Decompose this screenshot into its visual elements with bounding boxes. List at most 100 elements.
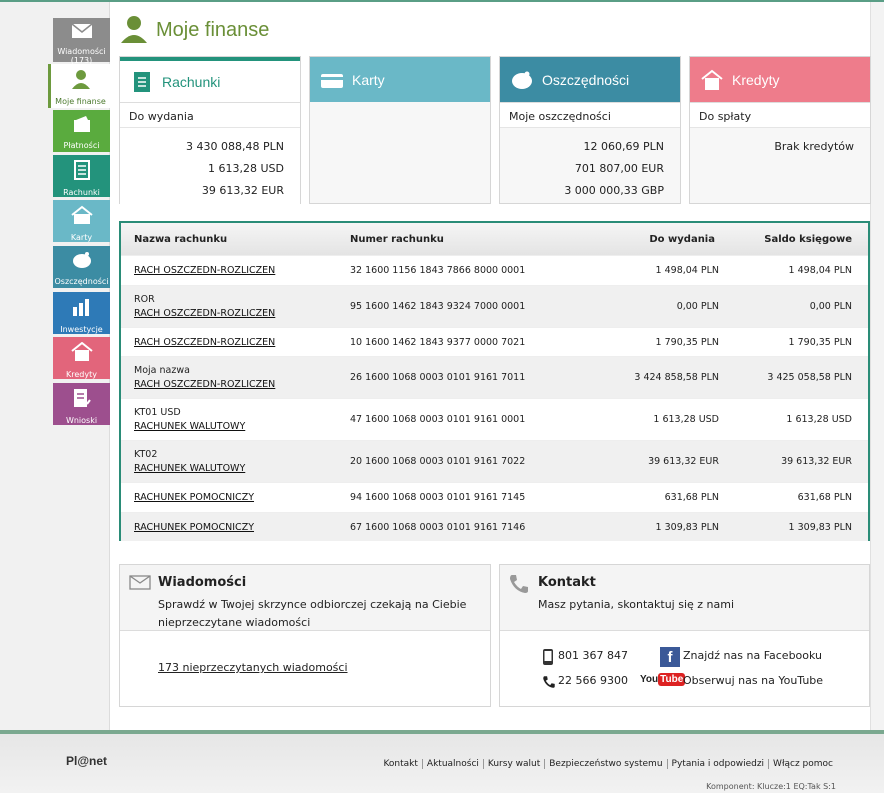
footer-link-kontakt[interactable]: Kontakt [379,759,421,769]
footer-component-info: Komponent: Klucze:1 EQ:Tak S:1 [706,782,836,791]
column-header-available: Do wydania [649,234,715,245]
account-name-link[interactable]: RACH OSZCZEDN-ROZLICZEN [134,308,275,319]
card-icon [53,205,110,230]
table-row[interactable]: RACH OSZCZEDN-ROZLICZEN 10 1600 1462 1843… [121,327,868,356]
page-title: Moje finanse [120,15,269,46]
right-gutter [870,2,884,730]
table-row[interactable]: Moja nazwa RACH OSZCZEDN-ROZLICZEN 26 1600… [121,356,868,398]
account-name-link[interactable]: RACHUNEK POMOCNICZY [134,522,254,533]
tile-oszczednosci-header[interactable]: Oszczędności [500,57,680,102]
landline-number: 22 566 9300 [558,674,628,687]
account-number: 94 1600 1068 0003 0101 9161 7145 [350,492,526,503]
account-number: 47 1600 1068 0003 0101 9161 0001 [350,414,526,425]
youtube-logo-you: You [640,674,659,685]
page-title-text: Moje finanse [156,19,270,41]
sidebar-item-investments[interactable]: Inwestycje [53,292,110,334]
footer-links: Kontakt Aktualności Kursy walut Bezpiecz… [379,759,837,769]
table-row[interactable]: RACHUNEK POMOCNICZY 94 1600 1068 0003 010… [121,482,868,512]
piggy-bank-icon [510,68,534,92]
footer-link-wlacz-pomoc[interactable]: Włącz pomoc [768,759,837,769]
sidebar-item-accounts[interactable]: Rachunki [53,155,110,197]
table-header: Nazwa rachunku Numer rachunku Do wydania… [121,223,868,255]
column-header-name: Nazwa rachunku [134,234,228,245]
tile-value: 3 430 088,48 PLN [186,140,284,153]
contact-box: Kontakt Masz pytania, skontaktuj się z n… [499,564,870,707]
envelope-icon [129,575,151,593]
messages-box: Wiadomości Sprawdź w Twojej skrzynce odb… [119,564,491,707]
footer-link-bezpieczenstwo[interactable]: Bezpieczeństwo systemu [544,759,666,769]
tile-oszczednosci[interactable]: Oszczędności Moje oszczędności 12 060,69… [499,56,681,204]
sidebar-item-credits[interactable]: Kredyty [53,337,110,379]
tile-karty[interactable]: Karty [309,56,491,204]
messages-text-line: Sprawdź w Twojej skrzynce odbiorczej cze… [158,598,467,611]
account-nickname: ROR [134,294,155,305]
tile-rachunki[interactable]: Rachunki Do wydania 3 430 088,48 PLN 1 6… [119,56,301,204]
column-header-number: Numer rachunku [350,234,444,245]
sidebar-item-savings[interactable]: Oszczędności [53,246,110,288]
account-available: 0,00 PLN [676,301,719,312]
sidebar-item-label: Moje finanse [55,97,106,106]
tile-value: 12 060,69 PLN [583,140,664,153]
account-name-link[interactable]: RACHUNEK POMOCNICZY [134,492,254,503]
sidebar-item-messages[interactable]: Wiadomości (173) [53,18,110,65]
tile-rachunki-header[interactable]: Rachunki [120,57,300,102]
sidebar-item-cards[interactable]: Karty [53,200,110,242]
account-name-link[interactable]: RACHUNEK WALUTOWY [134,421,245,432]
sidebar-item-moje-finanse[interactable]: Moje finanse [48,64,110,108]
account-name-link[interactable]: RACH OSZCZEDN-ROZLICZEN [134,337,275,348]
tile-subtitle: Moje oszczędności [500,102,680,128]
account-number: 26 1600 1068 0003 0101 9161 7011 [350,372,526,383]
tile-value: 39 613,32 EUR [201,184,284,197]
tile-value: 3 000 000,33 GBP [564,184,664,197]
mobile-number: 801 367 847 [558,649,628,662]
account-balance: 3 425 058,58 PLN [767,372,852,383]
sidebar-item-payments[interactable]: Płatności [53,110,110,152]
sidebar-item-label: Rachunki [63,188,100,197]
sidebar-item-label: Inwestycje [60,325,103,334]
account-available: 631,68 PLN [664,492,719,503]
person-icon [120,15,148,46]
brand-logo: Pl@net [66,754,108,768]
card-icon [320,68,344,92]
account-name-link[interactable]: RACHUNEK WALUTOWY [134,463,245,474]
footer-link-aktualnosci[interactable]: Aktualności [421,759,483,769]
table-row[interactable]: RACH OSZCZEDN-ROZLICZEN 32 1600 1156 1843… [121,255,868,285]
account-name-link[interactable]: RACH OSZCZEDN-ROZLICZEN [134,379,275,390]
sidebar-item-label: Oszczędności [54,277,109,286]
facebook-link[interactable]: Znajdź nas na Facebooku [683,649,822,662]
tile-title: Kredyty [732,71,780,88]
account-available: 1 309,83 PLN [655,522,719,533]
footer-link-pytania[interactable]: Pytania i odpowiedzi [666,759,769,769]
unread-messages-link[interactable]: 173 nieprzeczytanych wiadomości [158,661,348,674]
contact-description: Masz pytania, skontaktuj się z nami [538,598,735,611]
landline-phone-icon [542,674,556,693]
account-available: 1 790,35 PLN [655,337,719,348]
sidebar-item-label: Kredyty [66,370,97,379]
tile-karty-header[interactable]: Karty [310,57,490,102]
tile-title: Oszczędności [542,71,630,88]
youtube-link[interactable]: Obserwuj nas na YouTube [683,674,823,687]
table-row[interactable]: KT01 USD RACHUNEK WALUTOWY 47 1600 1068 00… [121,398,868,440]
account-nickname: KT02 [134,449,158,460]
account-balance: 1 309,83 PLN [788,522,852,533]
account-available: 39 613,32 EUR [648,456,719,467]
sidebar-item-label: Wiadomości [57,47,106,56]
tile-kredyty[interactable]: Kredyty Do spłaty Brak kredytów [689,56,871,204]
account-name-link[interactable]: RACH OSZCZEDN-ROZLICZEN [134,265,275,276]
youtube-icon[interactable]: You Tube [640,673,686,686]
footer-link-kursy-walut[interactable]: Kursy walut [482,759,544,769]
table-row[interactable]: ROR RACH OSZCZEDN-ROZLICZEN 95 1600 1462 1… [121,285,868,327]
account-balance: 1 613,28 USD [786,414,852,425]
tile-value: Brak kredytów [774,140,854,153]
account-available: 1 498,04 PLN [655,265,719,276]
table-row[interactable]: RACHUNEK POMOCNICZY 67 1600 1068 0003 010… [121,512,868,541]
tile-value: 1 613,28 USD [208,162,284,175]
youtube-logo-tube: Tube [658,673,686,686]
form-icon [53,388,110,413]
sidebar-item-applications[interactable]: Wnioski [53,383,110,425]
account-balance: 631,68 PLN [797,492,852,503]
table-row[interactable]: KT02 RACHUNEK WALUTOWY 20 1600 1068 0003 0… [121,440,868,482]
facebook-icon[interactable]: f [660,647,680,667]
tile-kredyty-header[interactable]: Kredyty [690,57,870,102]
account-number: 95 1600 1462 1843 9324 7000 0001 [350,301,526,312]
